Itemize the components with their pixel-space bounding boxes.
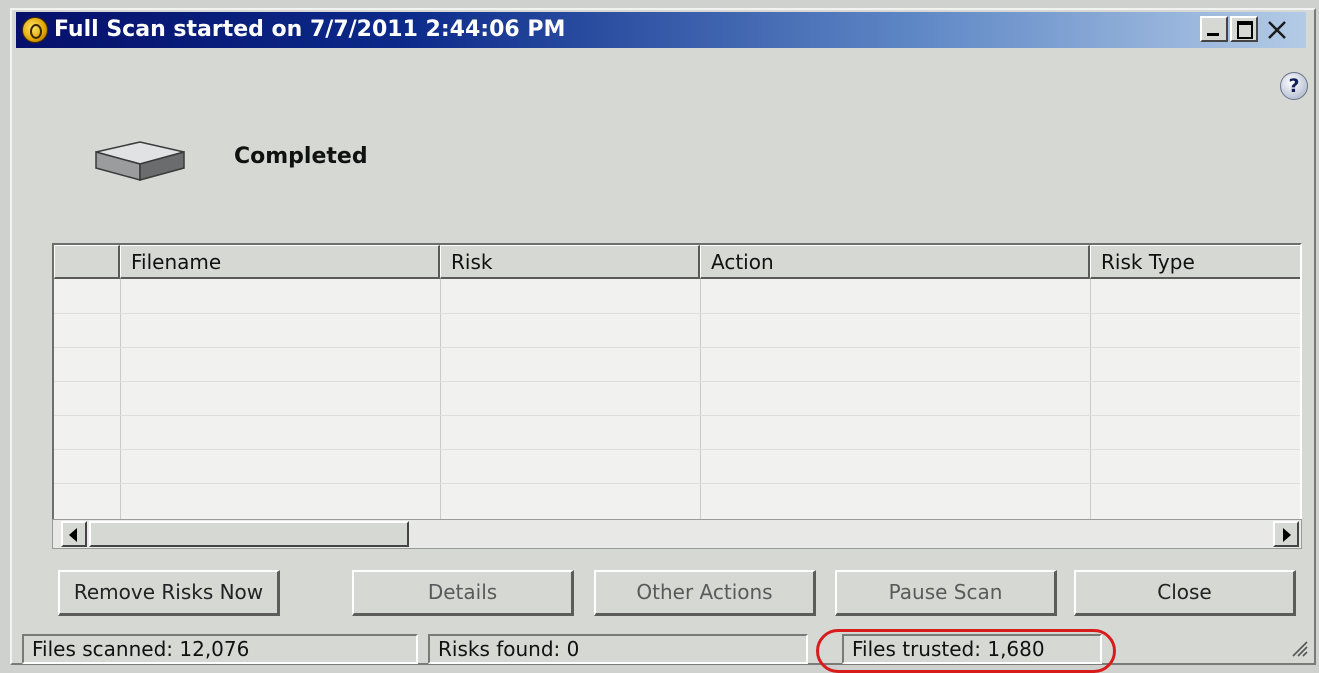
status-bar: Files scanned: 12,076 Risks found: 0 Fil… [22, 634, 1319, 666]
scroll-right-arrow-icon[interactable] [1273, 521, 1299, 547]
close-window-button[interactable] [1262, 16, 1290, 42]
resize-grip-icon[interactable] [1290, 639, 1308, 657]
highlight-annotation [816, 629, 1116, 673]
row-divider [54, 483, 1300, 484]
header-risk[interactable]: Risk [440, 245, 700, 279]
title-bar[interactable]: Full Scan started on 7/7/2011 2:44:06 PM [16, 12, 1306, 48]
maximize-button[interactable] [1230, 16, 1258, 42]
details-button[interactable]: Details [352, 570, 574, 616]
results-table[interactable]: Filename Risk Action Risk Type [52, 243, 1302, 519]
files-scanned-panel: Files scanned: 12,076 [22, 634, 418, 664]
row-divider [54, 313, 1300, 314]
app-logo-icon [22, 17, 48, 43]
header-action[interactable]: Action [700, 245, 1090, 279]
pause-scan-button[interactable]: Pause Scan [835, 570, 1057, 616]
row-divider [54, 347, 1300, 348]
table-header: Filename Risk Action Risk Type [54, 245, 1300, 279]
scan-status-label: Completed [234, 144, 368, 169]
scroll-left-arrow-icon[interactable] [61, 521, 87, 547]
close-button[interactable]: Close [1074, 570, 1296, 616]
header-filename[interactable]: Filename [120, 245, 440, 279]
minimize-button[interactable] [1200, 16, 1228, 42]
remove-risks-now-button[interactable]: Remove Risks Now [58, 570, 280, 616]
help-icon[interactable]: ? [1280, 72, 1308, 100]
hard-drive-icon [95, 141, 185, 181]
risks-found-panel: Risks found: 0 [428, 634, 808, 664]
horizontal-scrollbar[interactable] [52, 519, 1302, 549]
close-icon [1268, 21, 1286, 39]
header-select-column[interactable] [54, 245, 120, 279]
window-title: Full Scan started on 7/7/2011 2:44:06 PM [54, 17, 566, 42]
row-divider [54, 415, 1300, 416]
other-actions-button[interactable]: Other Actions [594, 570, 816, 616]
scrollbar-thumb[interactable] [89, 521, 409, 547]
header-risk-type[interactable]: Risk Type [1090, 245, 1300, 279]
row-divider [54, 449, 1300, 450]
scan-window: Full Scan started on 7/7/2011 2:44:06 PM… [10, 8, 1319, 673]
row-divider [54, 381, 1300, 382]
